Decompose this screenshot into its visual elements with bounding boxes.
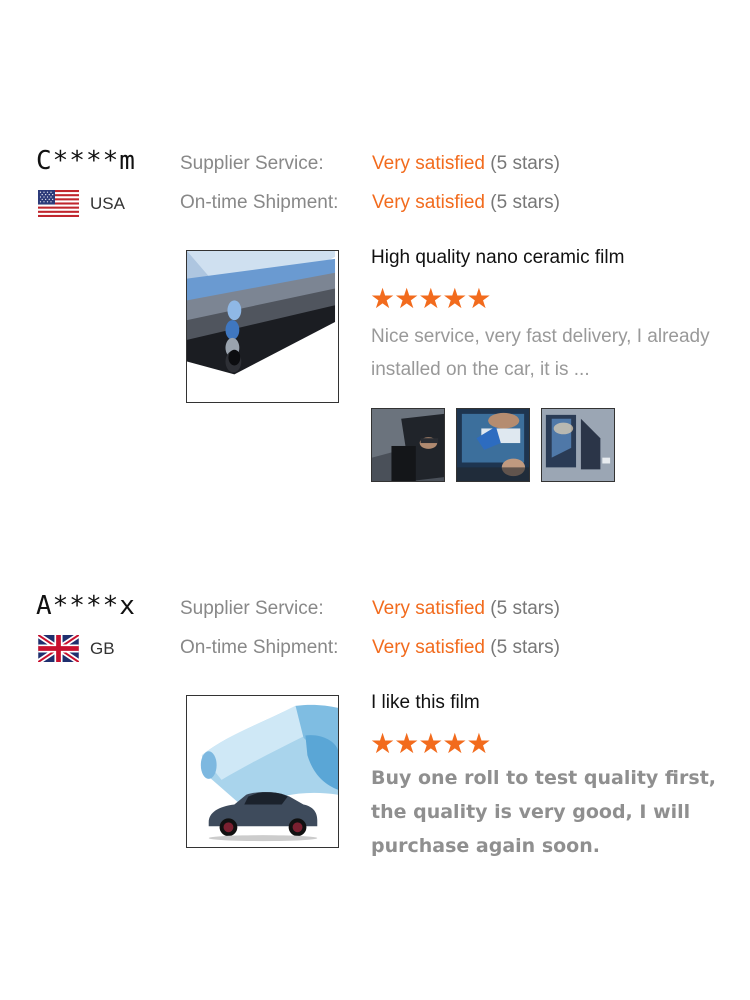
review-card: C****m USA Supplier Service: Very satisfi… [0, 140, 750, 482]
shipment-rating: On-time Shipment: Very satisfied (5 stars… [180, 637, 560, 659]
tinted-car-window-photo [542, 409, 614, 481]
gb-flag-icon [38, 635, 79, 662]
five-star-rating: ★★★★★ [370, 728, 492, 759]
product-thumbnail[interactable] [186, 250, 339, 403]
review-photo[interactable] [371, 408, 445, 482]
supplier-service-label: Supplier Service: [180, 153, 324, 174]
window-tint-squeegee-photo [457, 409, 529, 481]
blue-film-car-image [187, 696, 338, 847]
country-label: GB [90, 639, 115, 658]
shipment-label: On-time Shipment: [180, 192, 339, 213]
window-film-rolls-image [187, 251, 338, 402]
reviewer-name: A****x [36, 591, 136, 621]
review-title: I like this film [371, 692, 480, 713]
shipment-stars: (5 stars) [490, 192, 560, 213]
review-text: Buy one roll to test quality first, the … [371, 767, 716, 857]
reviewer-name: C****m [36, 146, 136, 176]
supplier-service-stars: (5 stars) [490, 153, 560, 174]
window-tint-install-photo [372, 409, 444, 481]
supplier-service-value: Very satisfied [372, 598, 485, 619]
supplier-service-rating: Supplier Service: Very satisfied (5 stars… [180, 153, 560, 175]
shipment-rating: On-time Shipment: Very satisfied (5 stars… [180, 192, 560, 214]
shipment-label: On-time Shipment: [180, 637, 339, 658]
supplier-service-value: Very satisfied [372, 153, 485, 174]
review-photo[interactable] [456, 408, 530, 482]
supplier-service-rating: Supplier Service: Very satisfied (5 stars… [180, 598, 560, 620]
supplier-service-stars: (5 stars) [490, 598, 560, 619]
review-card: A****x GB Supplier Service: Very satisfie… [0, 585, 750, 885]
shipment-value: Very satisfied [372, 637, 485, 658]
shipment-stars: (5 stars) [490, 637, 560, 658]
review-photo[interactable] [541, 408, 615, 482]
five-star-rating: ★★★★★ [370, 283, 492, 314]
product-thumbnail[interactable] [186, 695, 339, 848]
review-text: Nice service, very fast delivery, I alre… [371, 326, 710, 380]
review-title: High quality nano ceramic film [371, 247, 625, 268]
shipment-value: Very satisfied [372, 192, 485, 213]
us-flag-icon [38, 190, 79, 217]
country-label: USA [90, 194, 125, 213]
supplier-service-label: Supplier Service: [180, 598, 324, 619]
